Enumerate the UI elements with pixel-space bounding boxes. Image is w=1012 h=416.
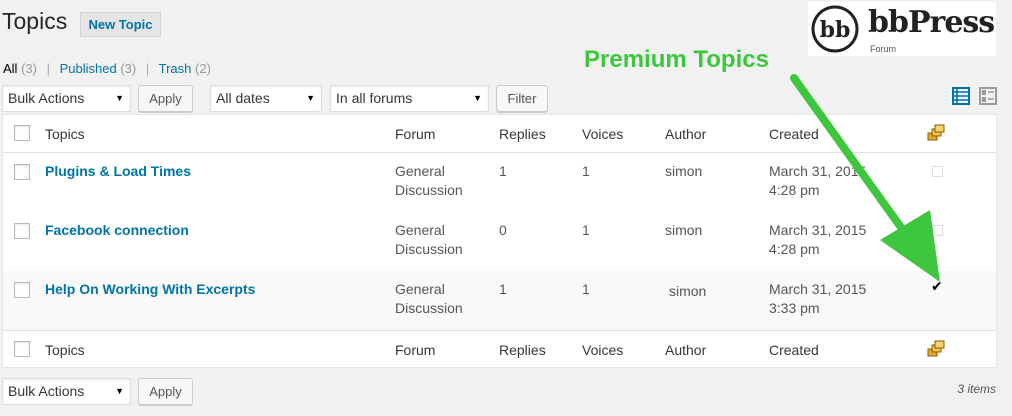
topic-title-link[interactable]: Help On Working With Excerpts xyxy=(45,281,255,297)
filter-all-count: (3) xyxy=(21,61,37,76)
bulk-actions-value: Bulk Actions xyxy=(8,383,85,399)
column-footer-author: Author xyxy=(665,342,707,358)
column-footer-created[interactable]: Created xyxy=(769,342,819,358)
voices-cell: 1 xyxy=(582,222,590,238)
annotation-arrow-icon xyxy=(790,74,940,282)
select-all-checkbox-footer[interactable] xyxy=(14,341,30,357)
filter-trash-count: (2) xyxy=(195,61,211,76)
caret-down-icon: ▼ xyxy=(306,93,315,103)
replies-cell: 1 xyxy=(499,281,507,297)
forum-name-line1: General xyxy=(395,281,445,297)
bulk-actions-select-bottom[interactable]: Bulk Actions ▼ xyxy=(2,378,131,405)
forum-name-line1: General xyxy=(395,163,445,179)
forums-value: In all forums xyxy=(336,90,413,106)
forum-name-line2: Discussion xyxy=(395,300,463,316)
column-header-author: Author xyxy=(665,126,707,142)
author-cell[interactable]: simon xyxy=(665,221,702,240)
select-all-checkbox[interactable] xyxy=(14,125,30,141)
filter-all-link[interactable]: All xyxy=(3,61,17,76)
premium-topics-annotation: Premium Topics xyxy=(584,46,769,73)
topic-title-link[interactable]: Plugins & Load Times xyxy=(45,163,191,179)
filter-published-count: (3) xyxy=(120,61,137,76)
column-footer-voices: Voices xyxy=(582,342,624,358)
logo-text: bbPress xyxy=(868,5,995,40)
row-checkbox[interactable] xyxy=(14,223,30,239)
page-title: Topics xyxy=(2,8,68,34)
new-topic-button[interactable]: New Topic xyxy=(80,12,161,37)
replies-cell: 1 xyxy=(499,163,507,179)
topic-title-link[interactable]: Facebook connection xyxy=(45,222,189,238)
items-count: 3 items xyxy=(957,382,996,396)
column-header-voices: Voices xyxy=(582,126,624,142)
status-filters: All (3) | Published (3) | Trash (2) xyxy=(3,61,211,76)
logo-subtext: Forum xyxy=(870,44,897,54)
created-time: 3:33 pm xyxy=(769,300,820,316)
dates-select[interactable]: All dates ▼ xyxy=(210,85,322,112)
replies-cell: 0 xyxy=(499,222,507,238)
voices-cell: 1 xyxy=(582,281,590,297)
row-checkbox[interactable] xyxy=(14,282,30,298)
forums-select[interactable]: In all forums ▼ xyxy=(330,85,489,112)
bbpress-logo: bb bbPress Forum xyxy=(808,2,996,56)
row-checkbox[interactable] xyxy=(14,164,30,180)
column-header-replies: Replies xyxy=(499,126,546,142)
column-footer-topics[interactable]: Topics xyxy=(45,342,85,358)
forum-cell[interactable]: General Discussion xyxy=(395,162,463,200)
apply-button-bottom[interactable]: Apply xyxy=(138,378,193,405)
filter-separator: | xyxy=(145,61,150,76)
filter-button[interactable]: Filter xyxy=(496,85,548,112)
logo-mark-text: bb xyxy=(820,17,851,43)
caret-down-icon: ▼ xyxy=(473,93,482,103)
apply-button-top[interactable]: Apply xyxy=(138,85,193,112)
forum-cell[interactable]: General Discussion xyxy=(395,280,463,318)
dates-value: All dates xyxy=(216,90,270,106)
author-cell[interactable]: simon xyxy=(669,282,706,301)
author-cell[interactable]: simon xyxy=(665,162,702,181)
filter-published-link[interactable]: Published xyxy=(60,61,117,76)
bbpress-mark-icon: bb xyxy=(811,5,859,53)
column-footer-replies: Replies xyxy=(499,342,546,358)
excerpt-view-icon[interactable] xyxy=(979,87,997,105)
column-header-forum: Forum xyxy=(395,126,436,142)
column-footer-forum: Forum xyxy=(395,342,436,358)
table-footer-row: Topics Forum Replies Voices Author Creat… xyxy=(3,330,996,368)
filter-trash-link[interactable]: Trash xyxy=(159,61,192,76)
bulk-actions-select-top[interactable]: Bulk Actions ▼ xyxy=(2,85,131,112)
column-header-topics[interactable]: Topics xyxy=(45,126,85,142)
forum-name-line2: Discussion xyxy=(395,241,463,257)
premium-coins-icon xyxy=(927,340,945,357)
forum-cell[interactable]: General Discussion xyxy=(395,221,463,259)
forum-name-line2: Discussion xyxy=(395,182,463,198)
voices-cell: 1 xyxy=(582,163,590,179)
filter-separator: | xyxy=(46,61,50,76)
caret-down-icon: ▼ xyxy=(115,93,124,103)
bulk-actions-value: Bulk Actions xyxy=(8,90,85,106)
forum-name-line1: General xyxy=(395,222,445,238)
caret-down-icon: ▼ xyxy=(115,386,124,396)
